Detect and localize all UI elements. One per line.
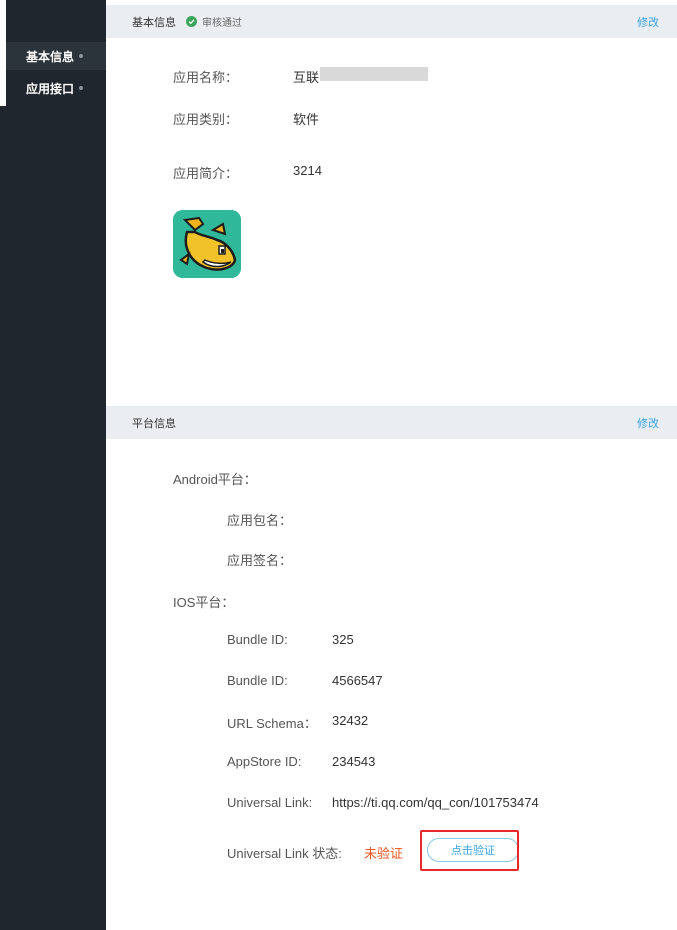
sidebar-item-basic-info[interactable]: 基本信息	[6, 42, 106, 70]
universal-link-value: https://ti.qq.com/qq_con/101753474	[332, 795, 539, 810]
appstore-id-value: 234543	[332, 754, 376, 769]
bundle-id-value: 325	[332, 632, 354, 647]
basic-info-edit-link[interactable]: 修改	[637, 14, 659, 30]
sidebar-item-label: 应用接口	[26, 81, 75, 96]
check-circle-icon	[186, 16, 197, 27]
sidebar-item-app-interface[interactable]: 应用接口	[6, 74, 106, 102]
basic-info-title: 基本信息	[132, 16, 176, 29]
app-category-value: 软件	[293, 112, 320, 127]
bundle-id-label-2: Bundle ID:	[227, 673, 288, 688]
highlight-box	[420, 830, 519, 871]
sidebar-item-label: 基本信息	[26, 49, 75, 64]
app-description-value: 3214	[293, 163, 322, 178]
bundle-id-label: Bundle ID:	[227, 632, 288, 647]
android-platform-label: Android平台：	[173, 472, 257, 487]
status-text: 审核通过	[202, 18, 242, 29]
signature-label: 应用签名：	[227, 553, 293, 568]
dot-icon	[79, 86, 84, 90]
url-schema-label: URL Schema：	[227, 716, 317, 731]
app-name-label: 应用名称：	[173, 70, 239, 85]
platform-info-title: 平台信息	[132, 417, 176, 430]
platform-info-header: 平台信息 修改	[106, 406, 677, 439]
app-category-label: 应用类别：	[173, 112, 239, 127]
redacted-block	[320, 67, 428, 81]
package-name-label: 应用包名：	[227, 513, 293, 528]
url-schema-value: 32432	[332, 713, 369, 728]
dot-icon	[79, 54, 84, 58]
appstore-id-label: AppStore ID:	[227, 754, 302, 769]
app-name-value: 互联	[293, 70, 320, 85]
status-badge: 审核通过	[186, 14, 242, 29]
app-description-label: 应用简介：	[173, 166, 239, 181]
sidebar	[0, 0, 106, 930]
app-dolphin-icon	[173, 210, 241, 278]
ios-platform-label: IOS平台：	[173, 595, 235, 610]
basic-info-header: 基本信息 审核通过 修改	[106, 5, 677, 38]
bundle-id-value-2: 4566547	[332, 673, 383, 688]
universal-link-status-label: Universal Link 状态:	[227, 846, 342, 861]
universal-link-status-value: 未验证	[364, 846, 404, 861]
platform-info-edit-link[interactable]: 修改	[637, 415, 659, 431]
universal-link-label: Universal Link:	[227, 795, 313, 810]
